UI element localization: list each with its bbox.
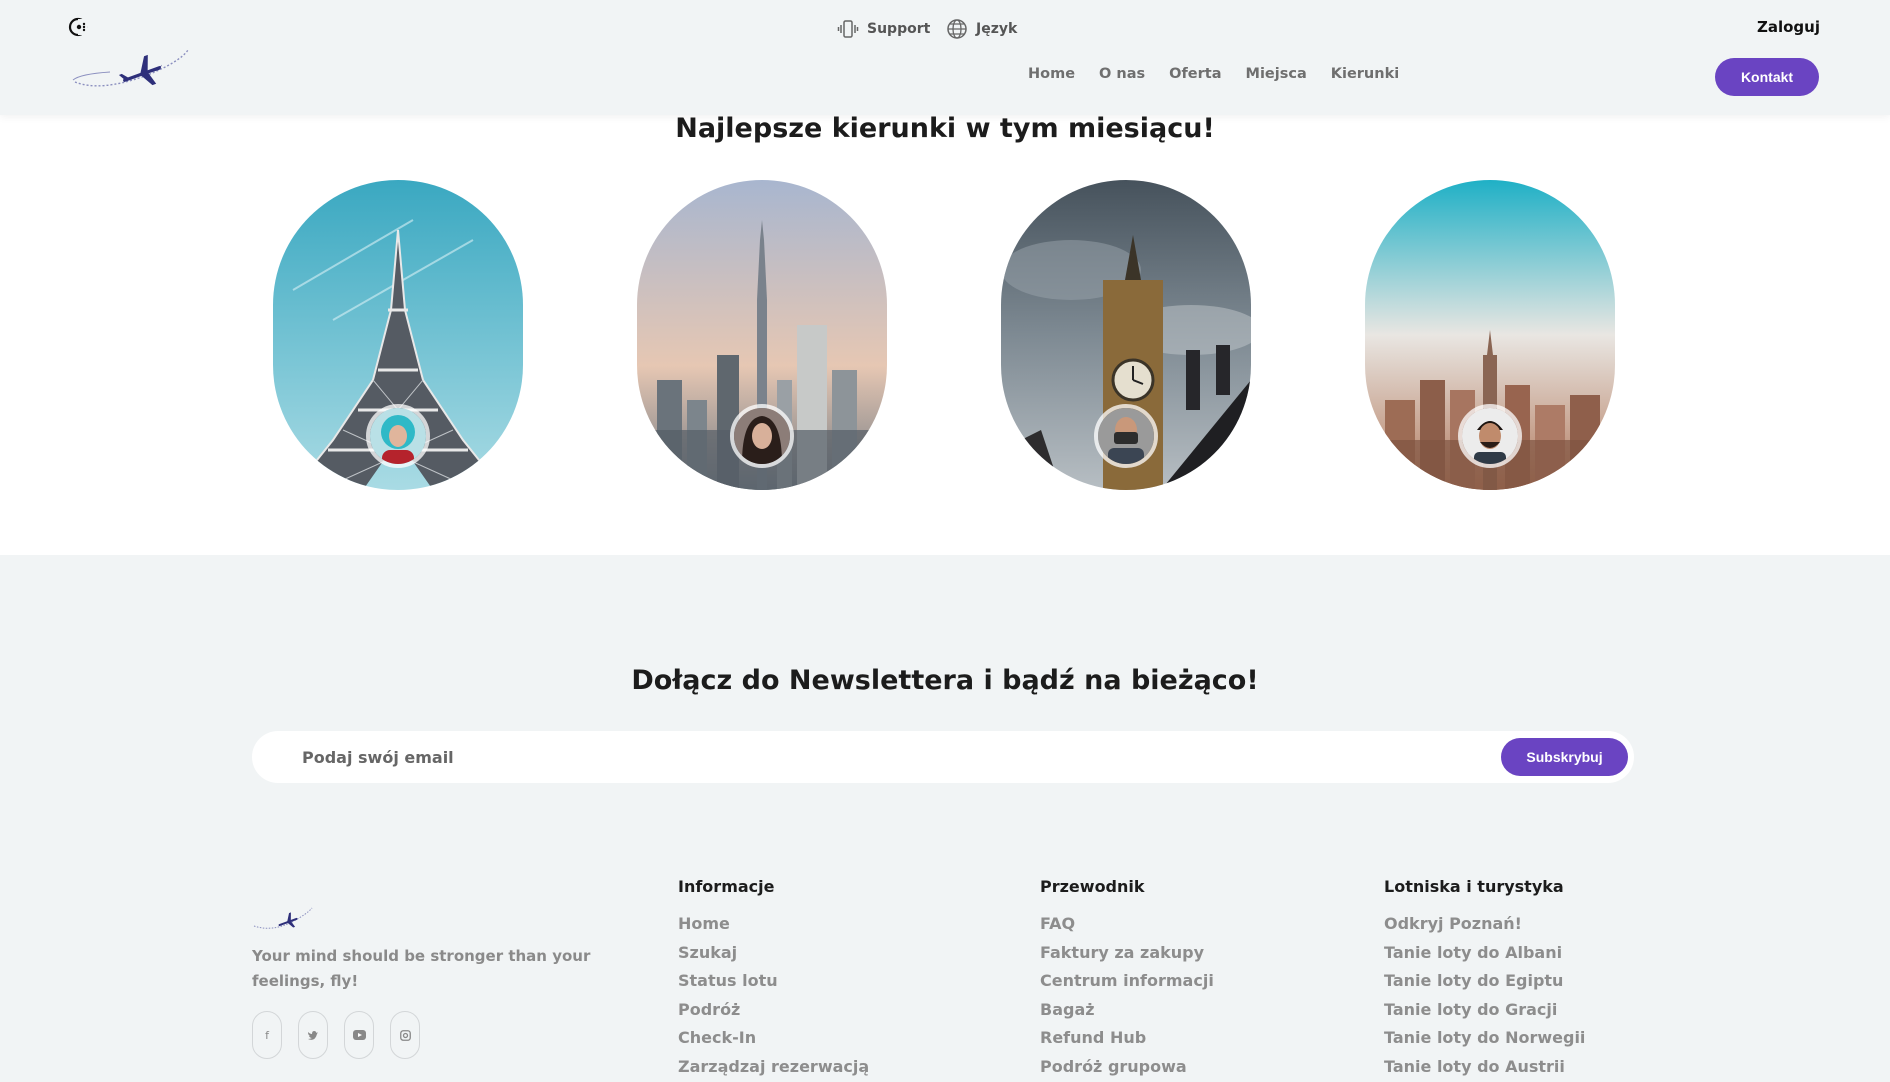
- email-input[interactable]: [302, 731, 1302, 783]
- twitter-icon[interactable]: [298, 1011, 328, 1059]
- footer-link[interactable]: Szukaj: [678, 940, 869, 969]
- woman-teal-hair-avatar: [370, 408, 426, 464]
- footer-column-airports: Lotniska i turystyka Odkryj Poznań! Tani…: [1384, 877, 1585, 1082]
- destination-card-london[interactable]: [1001, 180, 1251, 490]
- subscribe-button[interactable]: Subskrybuj: [1501, 738, 1628, 776]
- traveler-avatar[interactable]: [730, 404, 794, 468]
- footer-column-information: Informacje Home Szukaj Status lotu Podró…: [678, 877, 869, 1082]
- footer-link[interactable]: Refund Hub: [1040, 1025, 1214, 1054]
- traveler-avatar[interactable]: [366, 404, 430, 468]
- accessibility-icon[interactable]: [68, 16, 90, 38]
- youtube-icon[interactable]: [344, 1011, 374, 1059]
- footer-link[interactable]: Status lotu: [678, 968, 869, 997]
- footer-link[interactable]: Tanie loty do Egiptu: [1384, 968, 1585, 997]
- destination-card-dubai[interactable]: [637, 180, 887, 490]
- language-label: Język: [976, 21, 1018, 37]
- globe-icon: [947, 19, 967, 39]
- nav-item-offer[interactable]: Oferta: [1169, 66, 1221, 82]
- destination-card-new-york[interactable]: [1365, 180, 1615, 490]
- support-link[interactable]: Support: [837, 18, 930, 40]
- social-links: f: [252, 1011, 420, 1059]
- footer-link[interactable]: Podróż grupowa: [1040, 1054, 1214, 1082]
- footer-link[interactable]: Tanie loty do Gracji: [1384, 997, 1585, 1026]
- footer-link[interactable]: Home: [678, 911, 869, 940]
- newsletter-section: Dołącz do Newslettera i bądź na bieżąco!…: [0, 555, 1890, 1082]
- facebook-icon[interactable]: f: [252, 1011, 282, 1059]
- footer-link[interactable]: Tanie loty do Austrii: [1384, 1054, 1585, 1082]
- nav-item-about[interactable]: O nas: [1099, 66, 1145, 82]
- site-header: Support Język Zaloguj Home O nas Oferta …: [0, 0, 1890, 115]
- footer-logo[interactable]: [252, 906, 314, 934]
- newsletter-title: Dołącz do Newslettera i bądź na bieżąco!: [631, 665, 1259, 696]
- main-nav: Home O nas Oferta Miejsca Kierunki: [1028, 66, 1423, 82]
- login-link[interactable]: Zaloguj: [1757, 18, 1820, 36]
- footer-link[interactable]: Check-In: [678, 1025, 869, 1054]
- footer-column-heading: Przewodnik: [1040, 877, 1145, 896]
- footer-link[interactable]: Podróż: [678, 997, 869, 1026]
- language-selector[interactable]: Język: [946, 18, 1017, 40]
- phone-vibrate-icon: [837, 20, 859, 38]
- nav-item-directions[interactable]: Kierunki: [1331, 66, 1399, 82]
- nav-item-home[interactable]: Home: [1028, 66, 1075, 82]
- destinations-title: Najlepsze kierunki w tym miesiącu!: [675, 113, 1215, 144]
- footer-link[interactable]: Odkryj Poznań!: [1384, 911, 1585, 940]
- support-label: Support: [867, 21, 931, 37]
- footer-tagline: Your mind should be stronger than your f…: [252, 947, 591, 990]
- destination-card-paris[interactable]: [273, 180, 523, 490]
- nav-item-places[interactable]: Miejsca: [1246, 66, 1307, 82]
- logo[interactable]: [70, 46, 190, 96]
- footer-link[interactable]: Tanie loty do Norwegii: [1384, 1025, 1585, 1054]
- contact-button[interactable]: Kontakt: [1715, 58, 1819, 96]
- footer-link[interactable]: Zarządzaj rezerwacją: [678, 1054, 869, 1082]
- instagram-icon[interactable]: [390, 1011, 420, 1059]
- footer-column-guide: Przewodnik FAQ Faktury za zakupy Centrum…: [1040, 877, 1214, 1082]
- traveler-avatar[interactable]: [1094, 404, 1158, 468]
- woman-dark-hair-avatar: [734, 408, 790, 464]
- man-with-camera-avatar: [1098, 408, 1154, 464]
- footer-column-heading: Informacje: [678, 877, 775, 896]
- footer-link[interactable]: FAQ: [1040, 911, 1214, 940]
- footer-column-heading: Lotniska i turystyka: [1384, 877, 1564, 896]
- footer-link[interactable]: Bagaż: [1040, 997, 1214, 1026]
- footer-link[interactable]: Tanie loty do Albani: [1384, 940, 1585, 969]
- footer-link[interactable]: Faktury za zakupy: [1040, 940, 1214, 969]
- footer-link[interactable]: Centrum informacji: [1040, 968, 1214, 997]
- man-smiling-avatar: [1462, 408, 1518, 464]
- newsletter-form: Subskrybuj: [252, 731, 1634, 783]
- traveler-avatar[interactable]: [1458, 404, 1522, 468]
